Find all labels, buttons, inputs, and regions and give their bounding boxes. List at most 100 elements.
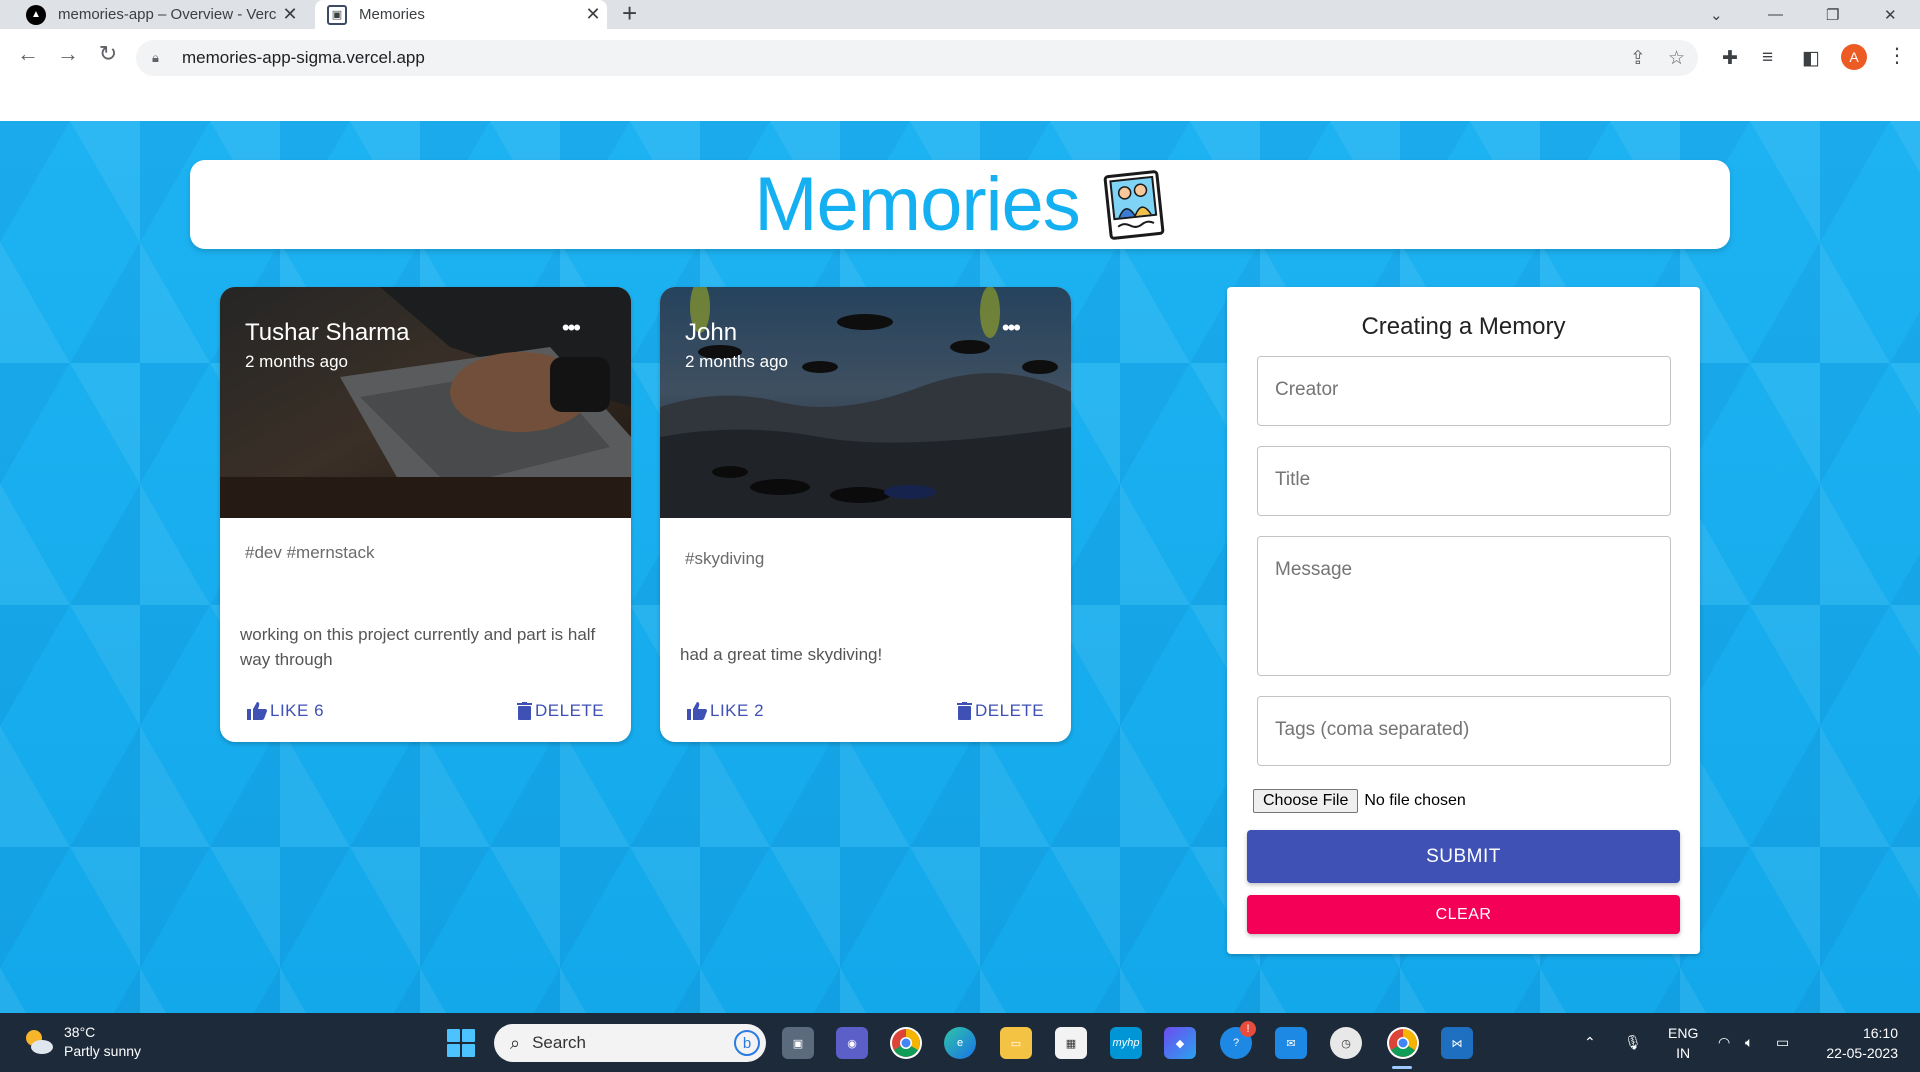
volume-icon[interactable]: 🔈︎ xyxy=(1745,1013,1753,1072)
search-label: Search xyxy=(532,1033,586,1052)
url-text[interactable]: memories-app-sigma.vercel.app xyxy=(182,48,425,68)
close-tab-icon[interactable]: ✕ xyxy=(276,4,304,25)
chrome-logo xyxy=(892,1029,920,1057)
vercel-icon: ▲ xyxy=(26,4,46,25)
profile-avatar[interactable]: A xyxy=(1841,44,1867,70)
copilot-icon[interactable]: ◆ xyxy=(1164,1027,1196,1059)
post-author: Tushar Sharma xyxy=(245,319,410,346)
post-tags: #dev #mernstack xyxy=(245,543,375,562)
tab-title: Memories xyxy=(359,6,425,23)
taskbar: 38°C Partly sunny ⌕ Search b ▣ ◉ e ▭ ▦ m… xyxy=(0,1013,1920,1072)
address-bar[interactable]: 🔒︎ memories-app-sigma.vercel.app ⇪ ☆ xyxy=(136,40,1698,76)
chrome-active-icon[interactable] xyxy=(1387,1027,1419,1059)
region-code: IN xyxy=(1676,1045,1691,1061)
delete-label: DELETE xyxy=(975,701,1045,720)
message-placeholder: Message xyxy=(1275,559,1353,580)
tray-overflow-icon[interactable]: ⌃ xyxy=(1584,1013,1596,1072)
post-time: 2 months ago xyxy=(245,352,349,371)
reload-icon[interactable]: ↻ xyxy=(92,41,124,67)
myhp-icon[interactable]: myhp xyxy=(1110,1027,1142,1059)
tab-title: memories-app – Overview - Verc xyxy=(58,6,276,23)
delete-label: DELETE xyxy=(535,701,605,720)
restore-icon[interactable]: ❐ xyxy=(1826,0,1839,29)
partly-sunny-icon[interactable] xyxy=(22,1027,54,1055)
forward-icon[interactable]: → xyxy=(52,41,84,67)
folder-icon[interactable]: ▭ xyxy=(1000,1027,1032,1059)
wifi-icon[interactable]: ◠ xyxy=(1718,1013,1730,1072)
app-title: Memories xyxy=(754,162,1081,247)
more-options-icon[interactable]: ••• xyxy=(562,315,581,341)
tab-memories[interactable]: ▣ Memories ✕ xyxy=(315,0,607,29)
tags-field[interactable]: Tags (coma separated) xyxy=(1257,696,1671,766)
memories-photo-icon: ▣ xyxy=(327,4,347,25)
browser-toolbar: ← → ↻ 🔒︎ memories-app-sigma.vercel.app ⇪… xyxy=(0,29,1920,87)
tab-search-icon[interactable]: ⌄ xyxy=(1710,0,1723,29)
search-icon: ⌕ xyxy=(510,1032,521,1053)
title-field[interactable]: Title xyxy=(1257,446,1671,516)
delete-button[interactable]: DELETE xyxy=(517,701,604,721)
windows-start-icon[interactable] xyxy=(447,1029,475,1057)
notification-badge: ! xyxy=(1240,1021,1256,1037)
close-tab-icon[interactable]: ✕ xyxy=(579,4,607,25)
trash-icon xyxy=(957,702,972,720)
like-label: LIKE 6 xyxy=(270,701,325,720)
post-author: John xyxy=(685,319,738,346)
system-clock[interactable]: 16:10 22-05-2023 xyxy=(1818,1023,1898,1063)
back-icon[interactable]: ← xyxy=(12,41,44,67)
message-field[interactable]: Message xyxy=(1257,536,1671,676)
microphone-icon[interactable]: 🎙︎ xyxy=(1624,1013,1642,1072)
post-card: John 2 months ago ••• #skydiving had a g… xyxy=(660,287,1071,742)
bookmark-star-icon[interactable]: ☆ xyxy=(1668,47,1685,70)
bing-icon[interactable]: b xyxy=(734,1030,760,1056)
clock-app-icon[interactable]: ◷ xyxy=(1330,1027,1362,1059)
file-input: Choose File No file chosen xyxy=(1253,789,1466,813)
weather-temperature[interactable]: 38°C xyxy=(64,1024,95,1040)
taskbar-search[interactable]: ⌕ Search b xyxy=(494,1024,766,1062)
teams-icon[interactable]: ◉ xyxy=(836,1027,868,1059)
lock-icon: 🔒︎ xyxy=(152,50,159,65)
file-status: No file chosen xyxy=(1364,792,1466,809)
post-message: working on this project currently and pa… xyxy=(240,625,596,669)
new-tab-button[interactable]: + xyxy=(622,0,637,29)
chrome-icon[interactable] xyxy=(890,1027,922,1059)
post-tags: #skydiving xyxy=(685,549,765,568)
mail-icon[interactable]: ✉ xyxy=(1275,1027,1307,1059)
page-viewport: Memories Tushar Sharma 2 months ago ••• … xyxy=(0,121,1920,1013)
like-button[interactable]: LIKE 6 xyxy=(247,701,324,721)
weather-description[interactable]: Partly sunny xyxy=(64,1043,141,1059)
chrome-menu-icon[interactable]: ⋮ xyxy=(1887,43,1907,68)
more-options-icon[interactable]: ••• xyxy=(1002,315,1021,341)
creator-placeholder: Creator xyxy=(1275,379,1339,400)
share-icon[interactable]: ⇪ xyxy=(1630,47,1646,70)
tags-placeholder: Tags (coma separated) xyxy=(1275,719,1470,740)
extensions-icon[interactable]: ✚ xyxy=(1722,47,1738,70)
minimize-icon[interactable]: — xyxy=(1768,0,1783,29)
thumbs-up-icon xyxy=(687,702,707,720)
submit-button[interactable]: SUBMIT xyxy=(1247,830,1680,883)
close-window-icon[interactable]: ✕ xyxy=(1884,0,1897,29)
clear-button[interactable]: CLEAR xyxy=(1247,895,1680,934)
form-title: Creating a Memory xyxy=(1361,313,1566,340)
language-code: ENG xyxy=(1668,1025,1699,1041)
like-button[interactable]: LIKE 2 xyxy=(687,701,764,721)
battery-icon[interactable]: ▭ xyxy=(1776,1013,1789,1072)
clock-date: 22-05-2023 xyxy=(1826,1045,1898,1061)
task-view-icon[interactable]: ▣ xyxy=(782,1027,814,1059)
like-label: LIKE 2 xyxy=(710,701,765,720)
memory-form: Creating a Memory Creator Title Message … xyxy=(1227,287,1700,954)
reading-list-icon[interactable]: ≡ xyxy=(1762,47,1773,69)
post-message: had a great time skydiving! xyxy=(680,645,883,664)
vscode-icon[interactable]: ⋈ xyxy=(1441,1027,1473,1059)
side-panel-icon[interactable]: ◧ xyxy=(1802,47,1820,70)
choose-file-button[interactable]: Choose File xyxy=(1253,789,1359,813)
store-icon[interactable]: ▦ xyxy=(1055,1027,1087,1059)
app-bar: Memories xyxy=(190,160,1730,249)
clock-time: 16:10 xyxy=(1862,1025,1898,1041)
browser-tabstrip: ▲ memories-app – Overview - Verc ✕ ▣ Mem… xyxy=(0,0,1920,29)
active-app-indicator xyxy=(1392,1066,1412,1069)
tab-vercel-overview[interactable]: ▲ memories-app – Overview - Verc ✕ xyxy=(14,0,304,29)
creator-field[interactable]: Creator xyxy=(1257,356,1671,426)
edge-icon[interactable]: e xyxy=(944,1027,976,1059)
delete-button[interactable]: DELETE xyxy=(957,701,1044,721)
language-indicator[interactable]: ENG IN xyxy=(1668,1023,1698,1063)
